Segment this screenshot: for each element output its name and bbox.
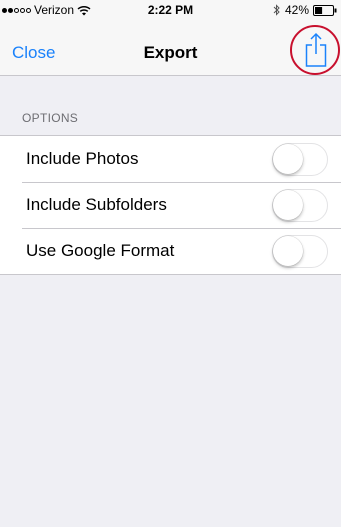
include-photos-toggle[interactable]: [272, 143, 328, 176]
status-bar: Verizon 2:22 PM 42%: [0, 0, 341, 20]
battery-icon: [313, 4, 337, 16]
use-google-format-toggle[interactable]: [272, 235, 328, 268]
option-row-use-google-format: Use Google Format: [0, 228, 341, 274]
options-group: Include Photos Include Subfolders Use Go…: [0, 135, 341, 275]
option-row-include-subfolders: Include Subfolders: [0, 182, 341, 228]
option-label: Include Subfolders: [26, 195, 167, 214]
option-row-include-photos: Include Photos: [0, 136, 341, 182]
toggle-knob: [273, 190, 303, 220]
annotation-circle: [290, 25, 340, 75]
option-label: Include Photos: [26, 149, 139, 168]
toggle-knob: [273, 144, 303, 174]
bluetooth-icon: [273, 4, 280, 16]
option-label: Use Google Format: [26, 241, 175, 260]
status-right: 42%: [273, 3, 337, 17]
section-header: OPTIONS: [22, 111, 79, 125]
include-subfolders-toggle[interactable]: [272, 189, 328, 222]
battery-percent: 42%: [284, 3, 309, 17]
toggle-knob: [273, 236, 303, 266]
